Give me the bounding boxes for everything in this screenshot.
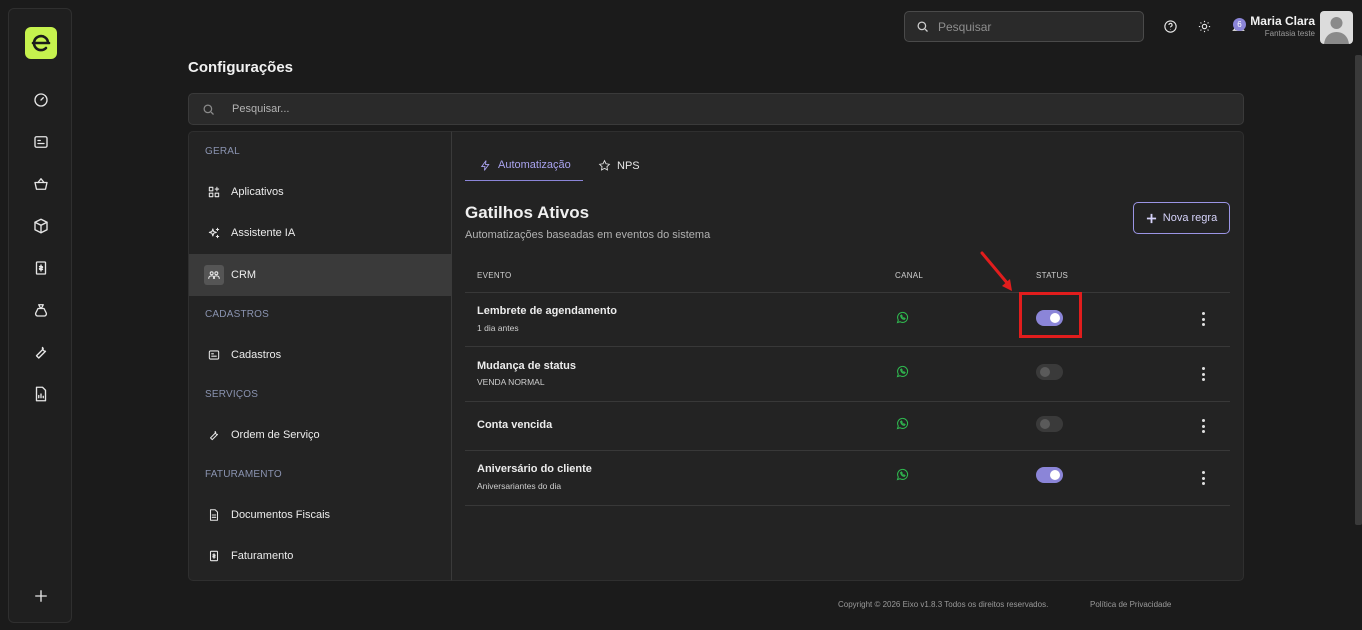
notification-badge: 6 <box>1233 18 1246 31</box>
wrench-icon[interactable] <box>29 340 53 364</box>
wrench-icon <box>204 425 224 445</box>
logo-e-icon <box>31 34 51 52</box>
whatsapp-icon <box>895 310 910 325</box>
help-icon[interactable] <box>1161 17 1179 35</box>
whatsapp-icon <box>895 416 910 431</box>
nav-item-label: Assistente IA <box>231 227 296 239</box>
section-title: Gatilhos Ativos <box>465 203 590 222</box>
id-card-icon[interactable] <box>29 130 53 154</box>
avatar-placeholder-icon <box>1324 17 1349 44</box>
left-rail <box>8 8 72 623</box>
search-icon <box>203 104 214 115</box>
annotation-arrow <box>980 251 1012 291</box>
whatsapp-icon <box>895 364 910 379</box>
app-logo[interactable] <box>25 27 57 59</box>
settings-search-input[interactable] <box>232 103 1132 115</box>
toggle-knob <box>1040 419 1050 429</box>
nav-item-ordem-servico[interactable]: Ordem de Serviço <box>189 414 452 456</box>
plus-icon[interactable] <box>29 584 53 608</box>
search-icon <box>917 21 928 32</box>
invoice-icon <box>204 546 224 566</box>
nav-item-label: CRM <box>231 269 257 281</box>
box-icon[interactable] <box>29 214 53 238</box>
star-icon <box>598 159 611 171</box>
user-company: Fantasia teste <box>1264 29 1315 38</box>
dashboard-icon[interactable] <box>29 88 53 112</box>
annotation-highlight-box <box>1019 292 1082 338</box>
status-toggle[interactable] <box>1036 467 1063 483</box>
global-search-input[interactable] <box>938 19 1128 34</box>
row-divider <box>465 346 1230 347</box>
invoice-icon[interactable] <box>29 256 53 280</box>
toggle-knob <box>1050 470 1060 480</box>
event-detail: VENDA NORMAL <box>477 377 545 387</box>
nav-item-crm[interactable]: CRM <box>189 254 452 296</box>
event-name: Lembrete de agendamento <box>477 305 617 317</box>
tab-label: Automatização <box>498 159 571 171</box>
row-divider <box>465 401 1230 402</box>
column-header-status: STATUS <box>1036 271 1069 280</box>
new-rule-label: Nova regra <box>1162 212 1218 224</box>
settings-nav: GERAL Aplicativos Assistente IA CRM CADA… <box>188 131 452 581</box>
row-divider <box>465 450 1230 451</box>
global-search[interactable] <box>904 11 1144 42</box>
nav-item-label: Documentos Fiscais <box>231 509 331 521</box>
nav-item-label: Cadastros <box>231 349 282 361</box>
nav-item-label: Ordem de Serviço <box>231 429 320 441</box>
column-header-canal: CANAL <box>895 271 924 280</box>
tab-label: NPS <box>617 159 640 172</box>
nav-item-assistente-ia[interactable]: Assistente IA <box>189 212 452 254</box>
users-group-icon <box>204 265 224 285</box>
row-divider <box>465 505 1230 506</box>
nav-item-documentos-fiscais[interactable]: Documentos Fiscais <box>189 494 452 536</box>
settings-search[interactable] <box>188 93 1244 125</box>
lightning-icon <box>480 159 490 171</box>
event-name: Conta vencida <box>477 419 553 431</box>
tab-nps[interactable]: NPS <box>598 150 640 181</box>
row-menu-button[interactable] <box>1198 419 1208 433</box>
theme-sun-icon[interactable] <box>1195 17 1213 35</box>
row-menu-button[interactable] <box>1198 367 1208 381</box>
footer-privacy-link[interactable]: Política de Privacidade <box>1090 600 1171 609</box>
row-menu-button[interactable] <box>1198 312 1208 326</box>
event-name: Aniversário do cliente <box>477 463 592 475</box>
event-detail: Aniversariantes do dia <box>477 481 562 491</box>
nav-item-label: Aplicativos <box>231 186 284 198</box>
page-title: Configurações <box>188 59 294 76</box>
row-divider <box>465 292 1230 293</box>
report-icon[interactable] <box>29 382 53 406</box>
nav-section-faturamento: FATURAMENTO <box>205 469 282 480</box>
basket-icon[interactable] <box>29 172 53 196</box>
event-name: Mudança de status <box>477 360 577 372</box>
id-card-icon <box>204 345 224 365</box>
money-bag-icon[interactable] <box>29 298 53 322</box>
document-icon <box>204 505 224 525</box>
nav-section-geral: GERAL <box>205 146 240 157</box>
event-detail: 1 dia antes <box>477 323 519 333</box>
nav-item-aplicativos[interactable]: Aplicativos <box>189 171 452 213</box>
avatar[interactable] <box>1320 11 1353 44</box>
user-name[interactable]: Maria Clara <box>1250 14 1315 28</box>
status-toggle[interactable] <box>1036 364 1063 380</box>
whatsapp-icon <box>895 467 910 482</box>
page-scrollbar[interactable] <box>1355 55 1362 525</box>
column-header-evento: EVENTO <box>477 271 512 280</box>
nav-section-servicos: SERVIÇOS <box>205 389 259 400</box>
nav-item-cadastros[interactable]: Cadastros <box>189 334 452 376</box>
sparkles-icon <box>204 223 224 243</box>
status-toggle[interactable] <box>1036 416 1063 432</box>
apps-grid-icon <box>204 182 224 202</box>
nav-item-faturamento[interactable]: Faturamento <box>189 535 452 577</box>
new-rule-button[interactable]: Nova regra <box>1133 202 1230 234</box>
nav-item-label: Faturamento <box>231 550 294 562</box>
toggle-knob <box>1040 367 1050 377</box>
plus-icon <box>1146 213 1156 223</box>
automation-panel: Automatização NPS Gatilhos Ativos Automa… <box>452 131 1244 581</box>
section-subtitle: Automatizações baseadas em eventos do si… <box>465 229 711 241</box>
footer-copyright: Copyright © 2026 Eixo v1.8.3 Todos os di… <box>838 600 1049 609</box>
nav-section-cadastros: CADASTROS <box>205 309 270 320</box>
row-menu-button[interactable] <box>1198 471 1208 485</box>
tab-automatizacao[interactable]: Automatização <box>465 150 583 181</box>
